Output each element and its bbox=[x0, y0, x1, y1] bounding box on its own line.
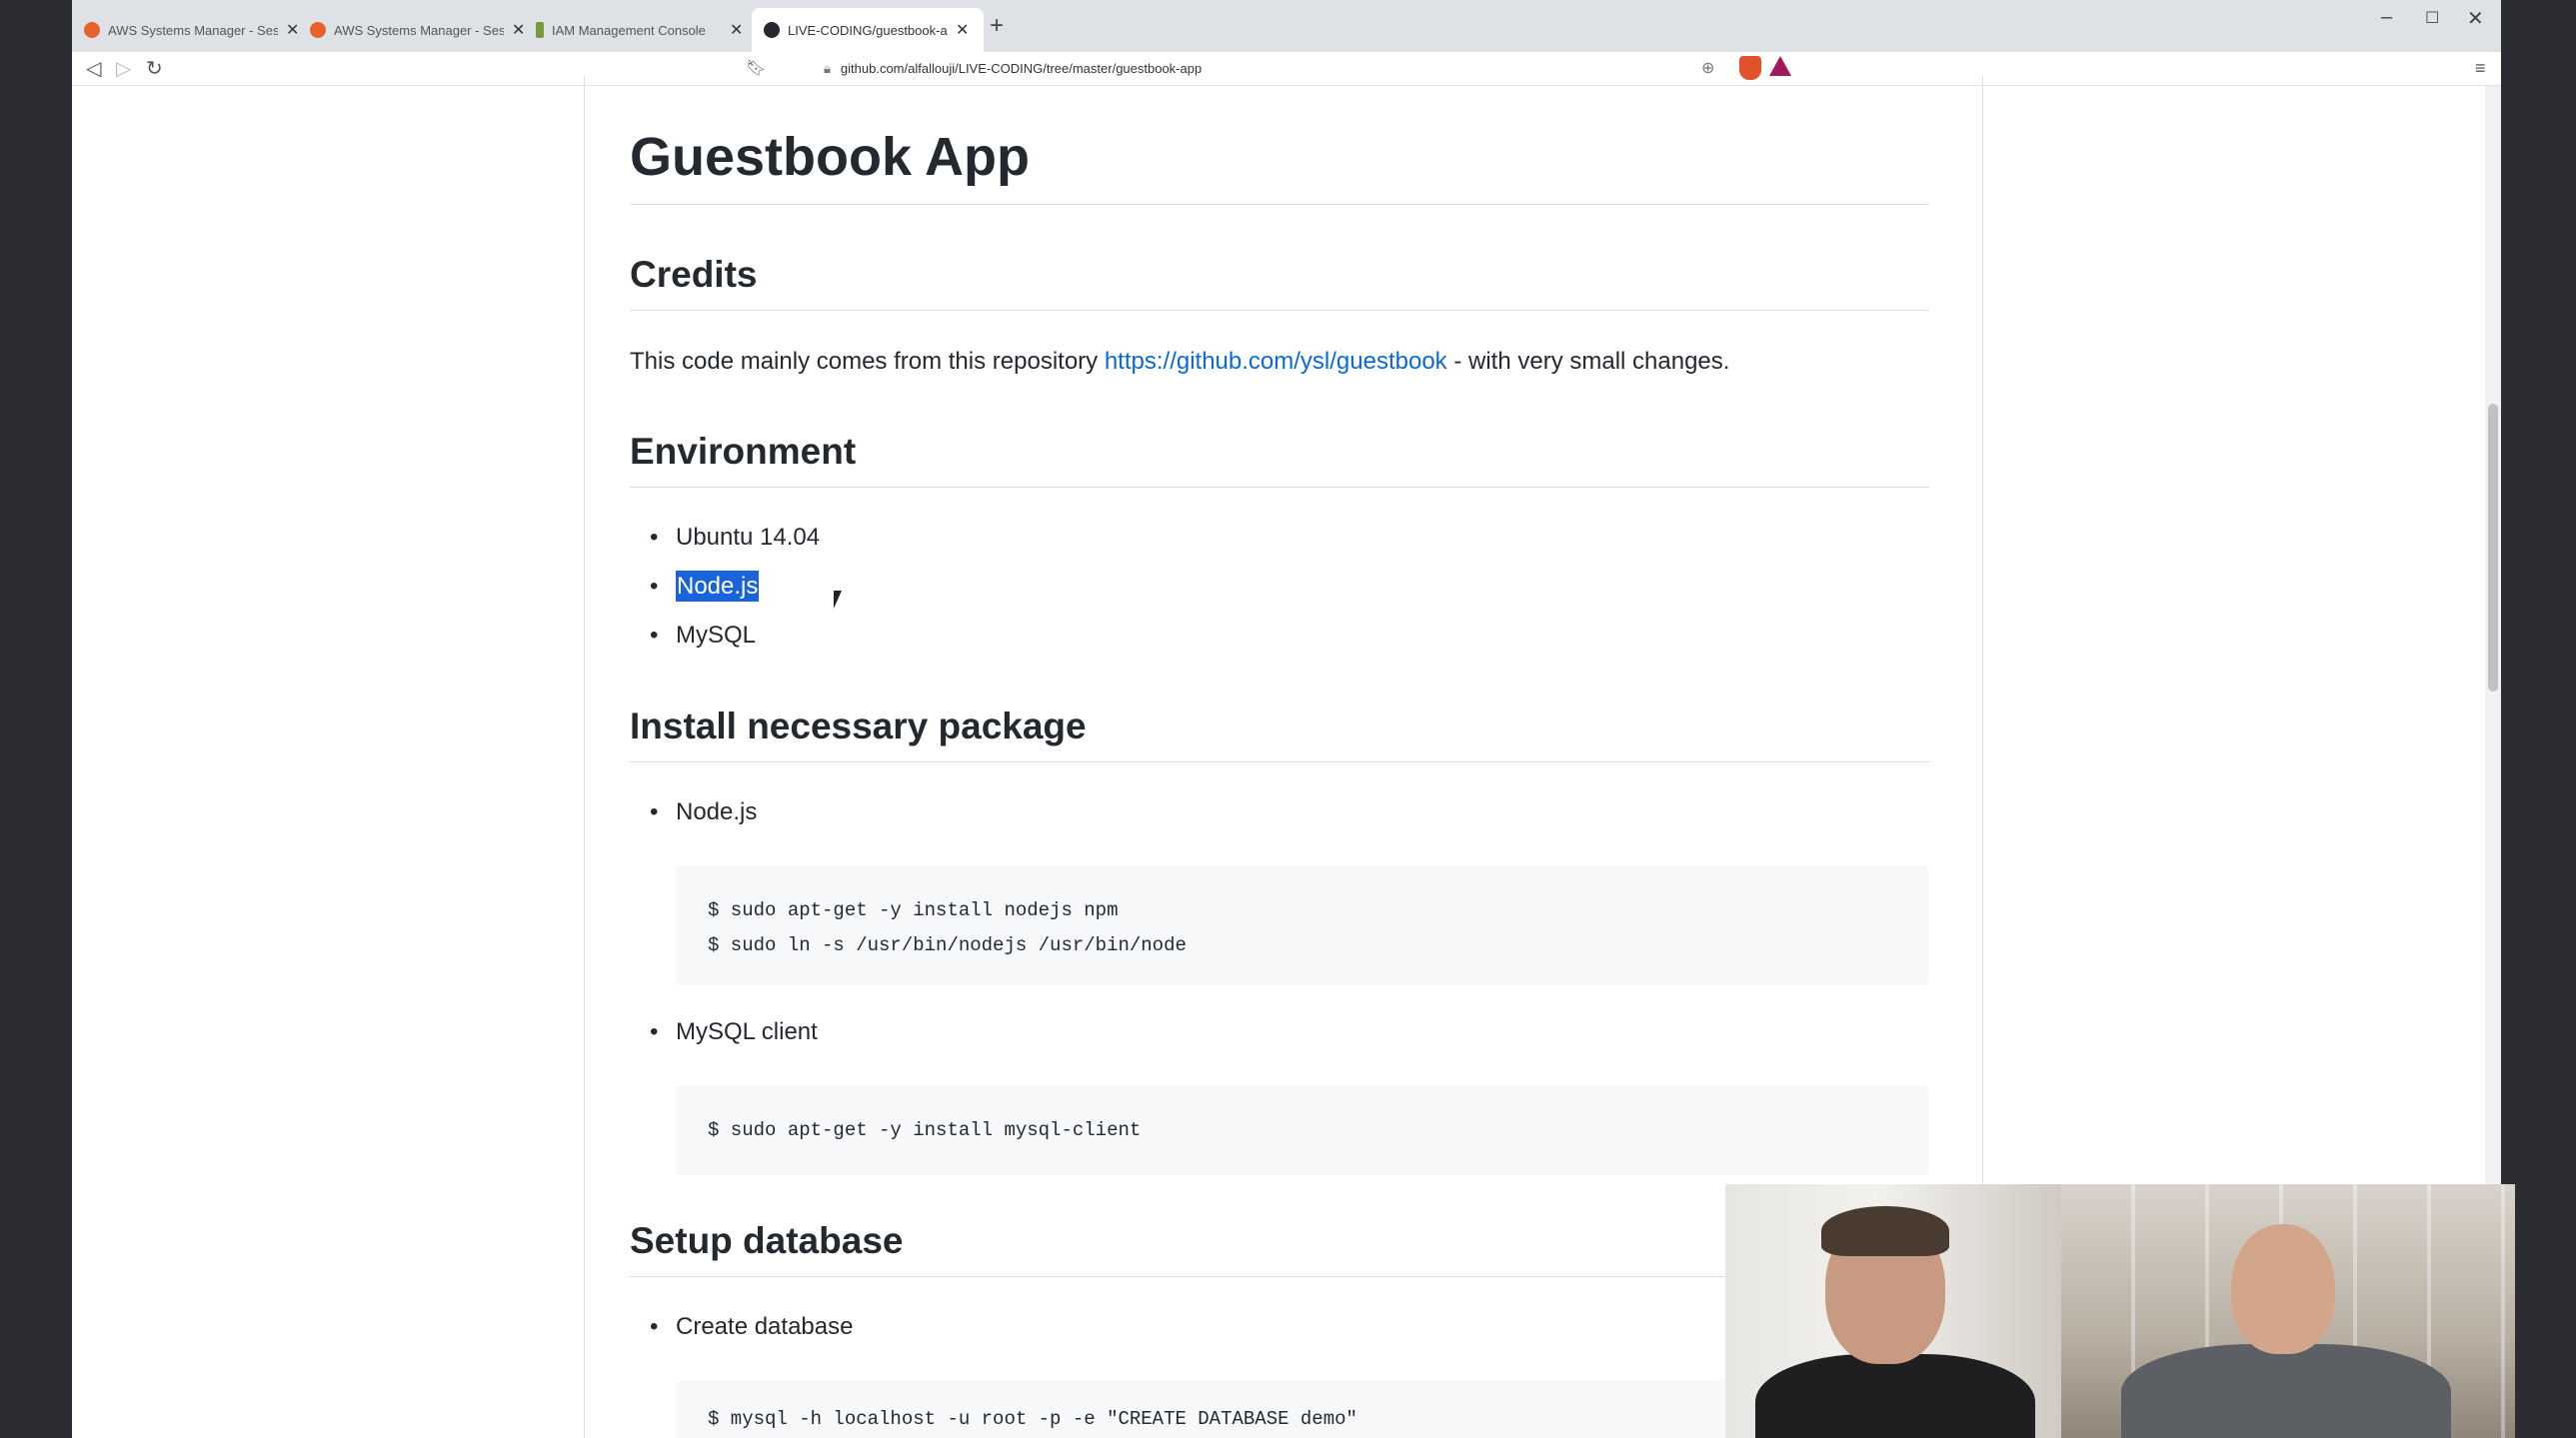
close-tab-icon[interactable]: ✕ bbox=[730, 20, 743, 40]
webcam-feed-left bbox=[1725, 1184, 2061, 1438]
credits-text-before: This code mainly comes from this reposit… bbox=[630, 348, 1105, 375]
tab-github-guestbook[interactable]: LIVE-CODING/guestbook-app at m ✕ bbox=[752, 8, 984, 52]
install-list-mysql: MySQL client bbox=[650, 1012, 818, 1061]
person-body bbox=[1755, 1354, 2035, 1438]
minimize-icon[interactable]: – bbox=[2381, 6, 2392, 29]
tab-aws-ssm-1[interactable]: AWS Systems Manager - Session M ✕ bbox=[72, 8, 311, 52]
list-item-text: MySQL client bbox=[676, 1018, 818, 1045]
menu-icon[interactable]: ≡ bbox=[2475, 58, 2486, 79]
credits-text-after: - with very small changes. bbox=[1446, 348, 1730, 375]
brave-rewards-icon[interactable] bbox=[1769, 56, 1791, 76]
list-item: Ubuntu 14.04 bbox=[650, 518, 821, 567]
url-text: github.com/alfallouji/LIVE-CODING/tree/m… bbox=[840, 61, 1203, 76]
code-block-mysql[interactable]: $ sudo apt-get -y install mysql-client bbox=[676, 1085, 1929, 1175]
list-item: MySQL bbox=[650, 616, 820, 665]
list-item: MySQL client bbox=[650, 1012, 818, 1061]
maximize-icon[interactable]: ☐ bbox=[2425, 8, 2439, 28]
tab-title: LIVE-CODING/guestbook-app at m bbox=[788, 22, 948, 38]
tab-title: AWS Systems Manager - Session M bbox=[108, 22, 278, 38]
environment-list: Ubuntu 14.04 Node.js MySQL bbox=[650, 518, 821, 665]
back-icon[interactable]: ◁ bbox=[86, 56, 101, 81]
bookmark-icon[interactable]: 🔖︎ bbox=[746, 58, 766, 78]
selected-text: Node.js bbox=[676, 571, 760, 602]
person-body bbox=[2121, 1344, 2451, 1438]
mouse-cursor-icon bbox=[834, 591, 842, 609]
tab-strip: AWS Systems Manager - Session M ✕ AWS Sy… bbox=[72, 0, 2501, 52]
credits-heading: Credits bbox=[630, 254, 1929, 311]
list-item-text: Ubuntu 14.04 bbox=[676, 524, 821, 551]
reload-icon[interactable]: ↻ bbox=[146, 56, 163, 81]
code-block-nodejs[interactable]: $ sudo apt-get -y install nodejs npm $ s… bbox=[676, 865, 1929, 985]
person-head bbox=[2231, 1224, 2335, 1354]
list-item-text: MySQL bbox=[676, 622, 757, 649]
environment-heading: Environment bbox=[630, 431, 1929, 488]
webcam-feed-right bbox=[2061, 1184, 2515, 1438]
readme-title: Guestbook App bbox=[630, 126, 1929, 205]
zoom-icon[interactable]: ⊕ bbox=[1701, 58, 1714, 78]
list-item-text: Create database bbox=[676, 1313, 854, 1340]
forward-icon[interactable]: ▷ bbox=[116, 56, 131, 81]
install-list-nodejs: Node.js bbox=[650, 792, 758, 841]
tab-title: AWS Systems Manager - Session M bbox=[334, 22, 504, 38]
stage-background-left bbox=[0, 0, 72, 1438]
github-favicon-icon bbox=[764, 22, 780, 38]
close-window-icon[interactable]: ✕ bbox=[2467, 6, 2484, 31]
aws-favicon-icon bbox=[84, 22, 100, 38]
list-item-text: Node.js bbox=[676, 798, 758, 825]
credits-link[interactable]: https://github.com/ysl/guestbook bbox=[1105, 348, 1447, 375]
tab-title: IAM Management Console bbox=[552, 22, 706, 38]
tab-iam-console[interactable]: IAM Management Console ✕ bbox=[524, 8, 755, 52]
iam-favicon-icon bbox=[536, 22, 544, 38]
scrollbar-thumb[interactable] bbox=[2488, 404, 2498, 692]
close-tab-icon[interactable]: ✕ bbox=[956, 20, 969, 40]
person-hair bbox=[1821, 1206, 1949, 1256]
list-item: Node.js bbox=[650, 567, 820, 616]
aws-favicon-icon bbox=[310, 22, 326, 38]
new-tab-icon[interactable]: + bbox=[990, 12, 1004, 40]
credits-paragraph: This code mainly comes from this reposit… bbox=[630, 348, 1729, 376]
database-list: Create database bbox=[650, 1307, 854, 1356]
tab-aws-ssm-2[interactable]: AWS Systems Manager - Session M ✕ bbox=[298, 8, 537, 52]
list-item: Node.js bbox=[650, 792, 758, 841]
list-item: Create database bbox=[650, 1307, 854, 1356]
install-heading: Install necessary package bbox=[630, 706, 1929, 762]
